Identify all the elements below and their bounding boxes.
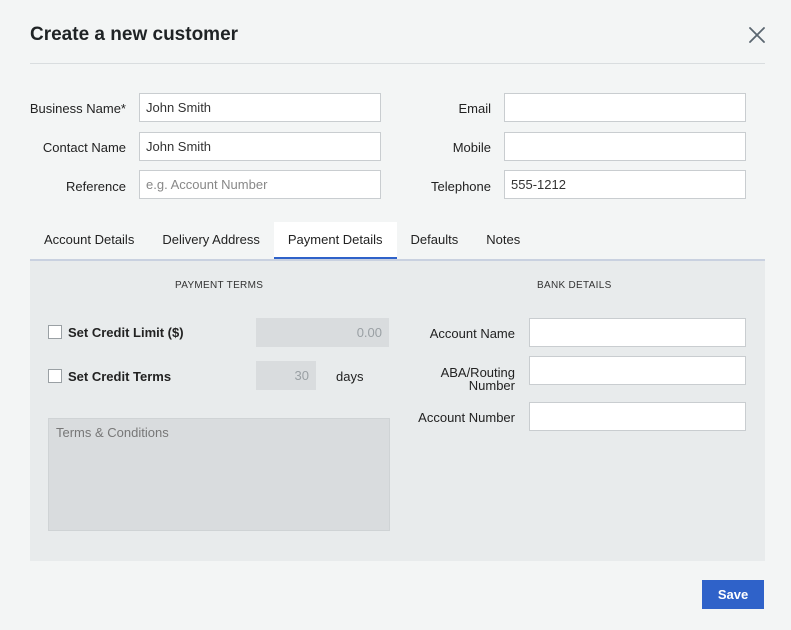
- reference-input[interactable]: [139, 170, 381, 199]
- credit-terms-input[interactable]: [256, 361, 316, 390]
- tab-notes[interactable]: Notes: [472, 222, 534, 259]
- telephone-input[interactable]: [504, 170, 746, 199]
- routing-label-line2: Number: [468, 378, 515, 393]
- account-number-input[interactable]: [529, 402, 746, 431]
- telephone-label: Telephone: [431, 179, 491, 194]
- credit-limit-checkbox[interactable]: [48, 325, 62, 339]
- contact-name-label: Contact Name: [42, 140, 126, 155]
- tab-delivery-address[interactable]: Delivery Address: [148, 222, 274, 259]
- credit-limit-input[interactable]: [256, 318, 389, 347]
- account-number-label: Account Number: [418, 410, 515, 425]
- tab-bar: Account Details Delivery Address Payment…: [30, 222, 534, 259]
- routing-number-label: ABA/Routing Number: [400, 366, 515, 392]
- reference-label: Reference: [66, 179, 126, 194]
- credit-terms-checkbox[interactable]: [48, 369, 62, 383]
- mobile-label: Mobile: [452, 140, 491, 155]
- business-name-input[interactable]: [139, 93, 381, 122]
- mobile-input[interactable]: [504, 132, 746, 161]
- bank-details-heading: BANK DETAILS: [537, 280, 612, 291]
- tab-account-details[interactable]: Account Details: [30, 222, 148, 259]
- save-button[interactable]: Save: [702, 580, 764, 609]
- close-button[interactable]: [745, 23, 769, 47]
- email-input[interactable]: [504, 93, 746, 122]
- credit-limit-label: Set Credit Limit ($): [68, 325, 184, 340]
- tab-defaults[interactable]: Defaults: [397, 222, 473, 259]
- credit-terms-label: Set Credit Terms: [68, 369, 172, 384]
- contact-name-input[interactable]: [139, 132, 381, 161]
- dialog-title: Create a new customer: [30, 24, 239, 45]
- terms-conditions-textarea[interactable]: [48, 418, 390, 531]
- close-icon: [749, 27, 765, 43]
- account-name-input[interactable]: [529, 318, 746, 347]
- payment-terms-heading: PAYMENT TERMS: [175, 280, 264, 291]
- routing-number-input[interactable]: [529, 356, 746, 385]
- tab-payment-details[interactable]: Payment Details: [273, 222, 397, 259]
- days-label: days: [336, 369, 364, 384]
- business-name-label: Business Name*: [29, 101, 126, 116]
- account-name-label: Account Name: [429, 326, 515, 341]
- title-divider: [30, 63, 765, 64]
- email-label: Email: [458, 101, 491, 116]
